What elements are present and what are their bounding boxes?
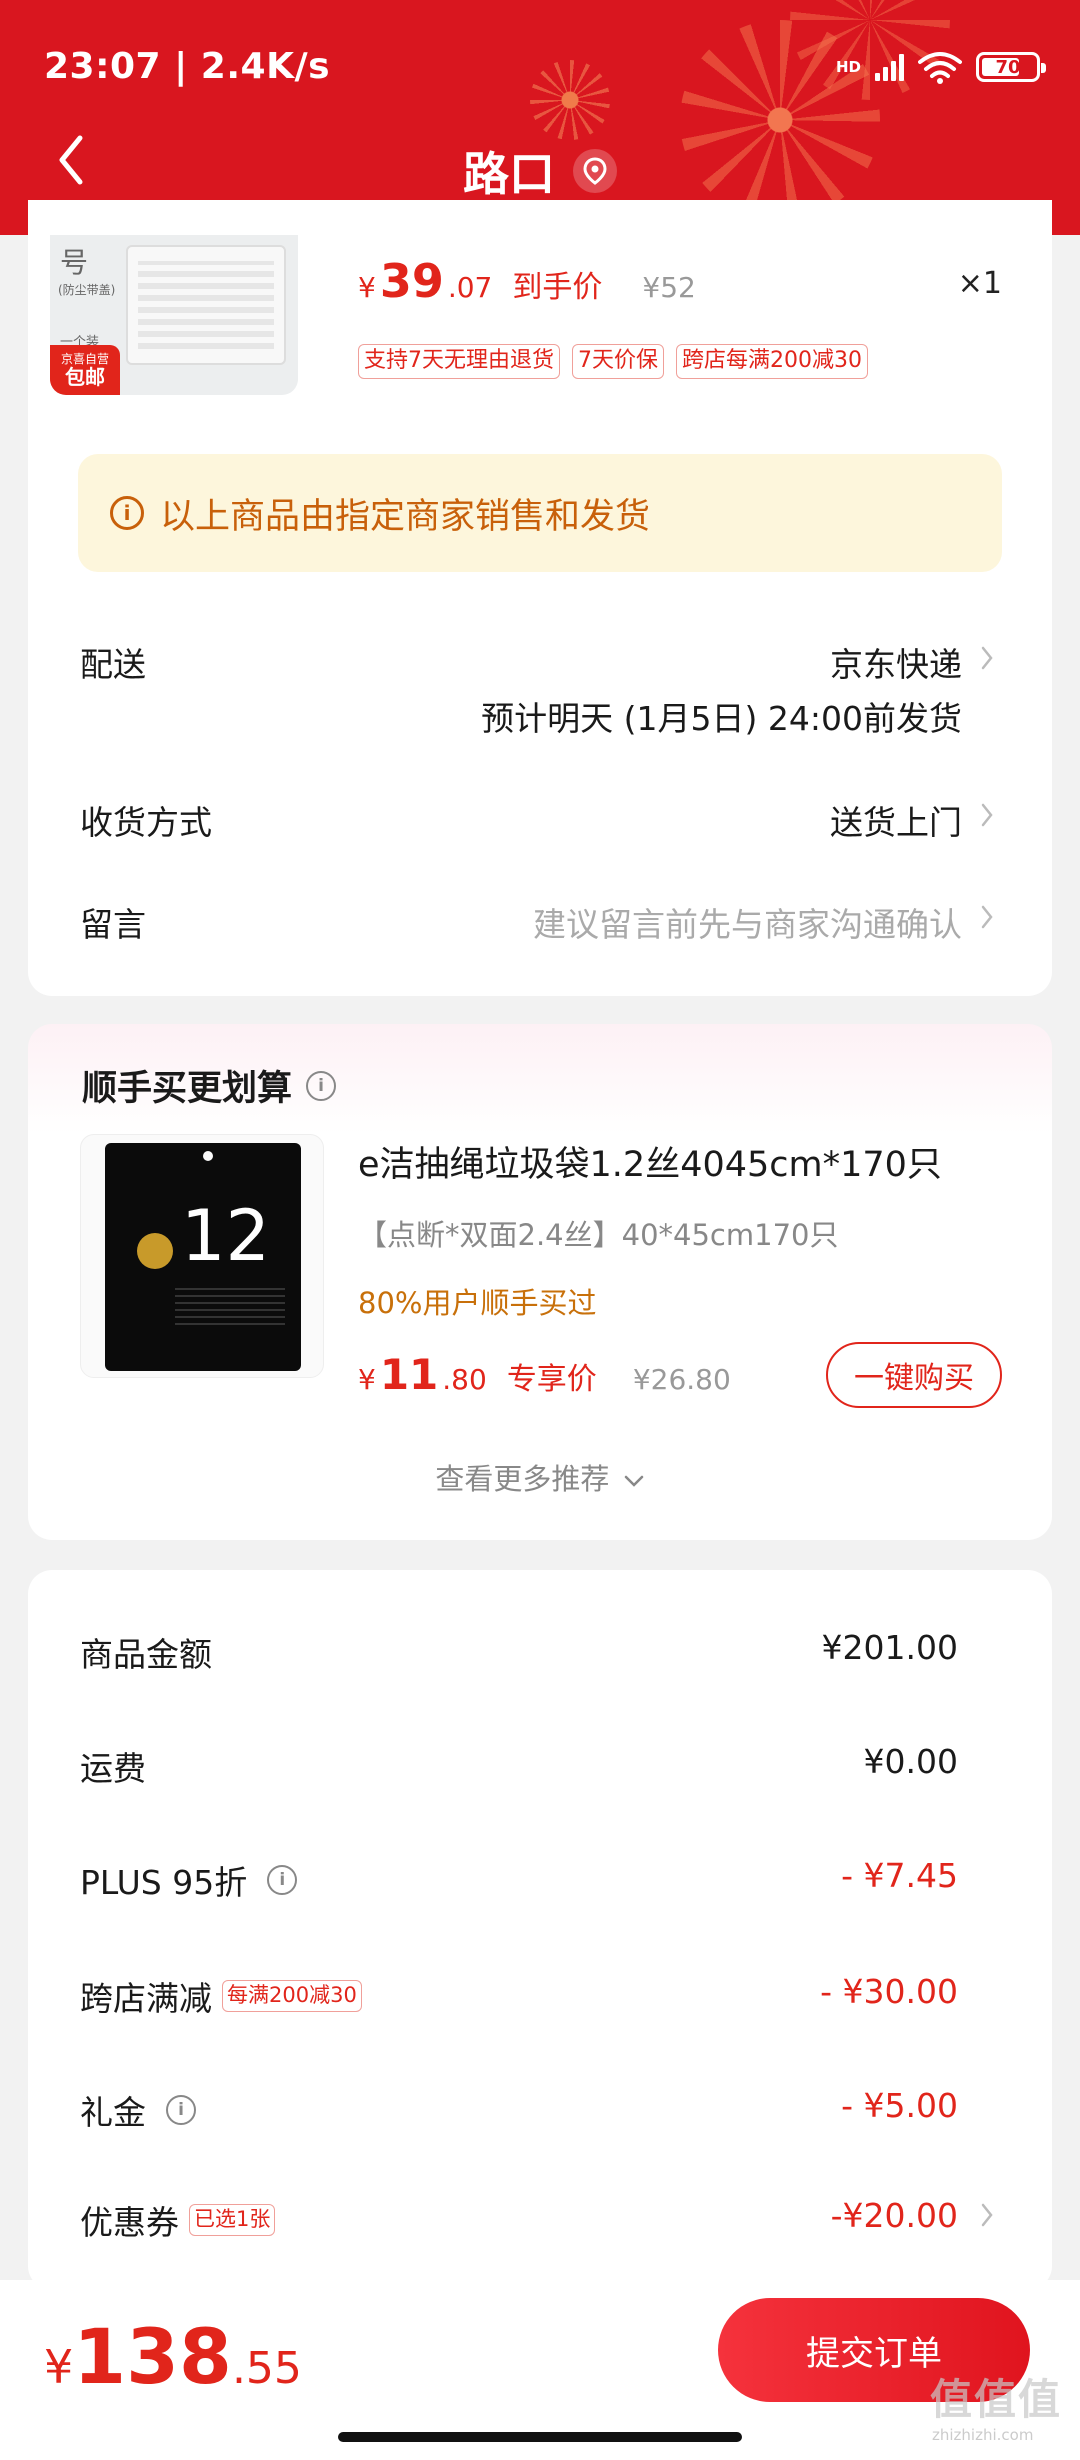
chevron-right-icon[interactable]	[980, 802, 994, 828]
delivery-carrier[interactable]: 京东快递	[830, 638, 962, 686]
quantity: ×1	[957, 266, 1002, 301]
order-total: ¥ 138 .55	[44, 2312, 302, 2401]
storage-box-image	[126, 245, 286, 365]
wifi-icon	[918, 52, 962, 84]
gift-money-label: 礼金	[80, 2093, 146, 2132]
watermark-site: zhizhizhi.com	[932, 2426, 1034, 2444]
price-decimal: .07	[447, 271, 493, 304]
product-thumbnail[interactable]: 号 (防尘带盖) 一个装 京喜自营 包邮	[50, 235, 298, 395]
package-number: 12	[181, 1195, 271, 1277]
chevron-down-icon	[624, 1475, 643, 1487]
chevron-right-icon[interactable]	[980, 2202, 994, 2228]
info-icon[interactable]: i	[166, 2095, 196, 2125]
one-click-buy-button[interactable]: 一键购买	[826, 1342, 1002, 1408]
plus-discount-value: - ¥7.45	[841, 1856, 958, 1895]
thumbnail-text: 号	[60, 246, 89, 279]
home-indicator[interactable]	[338, 2432, 742, 2442]
badge-line2: 包邮	[65, 365, 105, 390]
price-decimal: .80	[442, 1363, 487, 1396]
currency-symbol: ¥	[358, 1363, 376, 1396]
price-label: 专享价	[506, 1362, 597, 1397]
total-decimal: .55	[231, 2343, 302, 2394]
recommend-product-image[interactable]: 12	[80, 1134, 324, 1378]
goods-amount-value: ¥201.00	[821, 1628, 958, 1667]
package-text-lines	[175, 1285, 285, 1325]
coupon-value[interactable]: -¥20.00	[831, 2196, 958, 2235]
info-icon: i	[110, 496, 144, 530]
price-summary-card	[28, 1570, 1052, 2290]
coupon-tag: 已选1张	[189, 2204, 276, 2236]
price-integer: 39	[379, 254, 444, 308]
currency-symbol: ¥	[44, 2340, 74, 2394]
service-tag: 支持7天无理由退货	[358, 344, 560, 379]
chevron-right-icon[interactable]	[980, 645, 994, 671]
cross-store-tag: 每满200减30	[222, 1980, 362, 2012]
price-label: 到手价	[512, 270, 603, 305]
firework-decoration	[530, 60, 610, 140]
original-price: ¥26.80	[632, 1363, 731, 1396]
signal-icon	[875, 53, 904, 81]
delivery-label: 配送	[80, 645, 146, 684]
package-hole	[203, 1151, 213, 1161]
brand-logo-icon	[137, 1233, 173, 1269]
price-integer: 11	[379, 1350, 439, 1399]
cross-store-value: - ¥30.00	[820, 1972, 958, 2011]
service-tag: 跨店每满200减30	[676, 344, 868, 379]
recommend-price: ¥ 11 .80 专享价 ¥26.80	[358, 1350, 731, 1399]
notice-text: 以上商品由指定商家销售和发货	[160, 496, 651, 537]
location-pin-icon[interactable]	[573, 149, 617, 193]
cross-store-row: 跨店满减 每满200减30	[80, 1972, 362, 2020]
info-icon[interactable]: i	[267, 1865, 298, 1895]
total-integer: 138	[73, 2312, 232, 2401]
plus-discount-row: PLUS 95折 i	[80, 1856, 298, 1904]
seller-notice: i 以上商品由指定商家销售和发货	[78, 454, 1002, 572]
more-recommend-link[interactable]: 查看更多推荐	[0, 1456, 1080, 1498]
page-title: 路口	[463, 147, 555, 201]
coupon-label: 优惠券	[80, 2203, 179, 2242]
goods-amount-label: 商品金额	[80, 1635, 212, 1674]
cross-store-label: 跨店满减	[80, 1979, 212, 2018]
service-tag: 7天价保	[572, 344, 664, 379]
recommend-title: 顺手买更划算	[82, 1069, 293, 1109]
currency-symbol: ¥	[358, 271, 376, 304]
thumbnail-text: (防尘带盖)	[58, 283, 116, 297]
battery-level: 70	[995, 56, 1021, 78]
product-price: ¥ 39 .07 到手价 ¥52	[358, 254, 696, 308]
gift-money-row: 礼金 i	[80, 2086, 196, 2134]
battery-icon: 70	[976, 52, 1046, 82]
message-label: 留言	[80, 905, 146, 944]
receive-method-value[interactable]: 送货上门	[830, 796, 962, 844]
service-tags: 支持7天无理由退货 7天价保 跨店每满200减30	[358, 344, 868, 379]
chevron-right-icon[interactable]	[980, 904, 994, 930]
plus-discount-label: PLUS 95折	[80, 1863, 248, 1902]
status-icons: HD 70	[835, 50, 1046, 84]
recommend-popularity: 80%用户顺手买过	[358, 1286, 597, 1320]
original-price: ¥52	[642, 271, 696, 304]
gift-money-value: - ¥5.00	[841, 2086, 958, 2125]
recommend-product-name[interactable]: e洁抽绳垃圾袋1.2丝4045cm*170只	[358, 1136, 942, 1187]
coupon-row[interactable]: 优惠券 已选1张	[80, 2196, 276, 2244]
message-input[interactable]: 建议留言前先与商家沟通确认	[533, 898, 962, 946]
recommend-product-spec: 【点断*双面2.4丝】40*45cm170只	[358, 1218, 839, 1252]
watermark: 值值值	[930, 2375, 1063, 2424]
info-icon[interactable]: i	[306, 1070, 337, 1101]
freight-value: ¥0.00	[863, 1742, 958, 1781]
freight-label: 运费	[80, 1749, 146, 1788]
receive-method-label: 收货方式	[80, 803, 212, 842]
recommend-title-group: 顺手买更划算 i	[82, 1060, 337, 1111]
delivery-eta: 预计明天 (1月5日) 24:00前发货	[481, 699, 962, 738]
badge-line1: 京喜自营	[60, 351, 109, 366]
free-shipping-badge: 京喜自营 包邮	[50, 345, 120, 395]
more-recommend-label: 查看更多推荐	[435, 1462, 610, 1496]
hd-indicator: HD	[835, 57, 861, 76]
status-time: 23:07 | 2.4K/s	[44, 46, 331, 87]
header-title-group: 路口	[0, 138, 1080, 204]
